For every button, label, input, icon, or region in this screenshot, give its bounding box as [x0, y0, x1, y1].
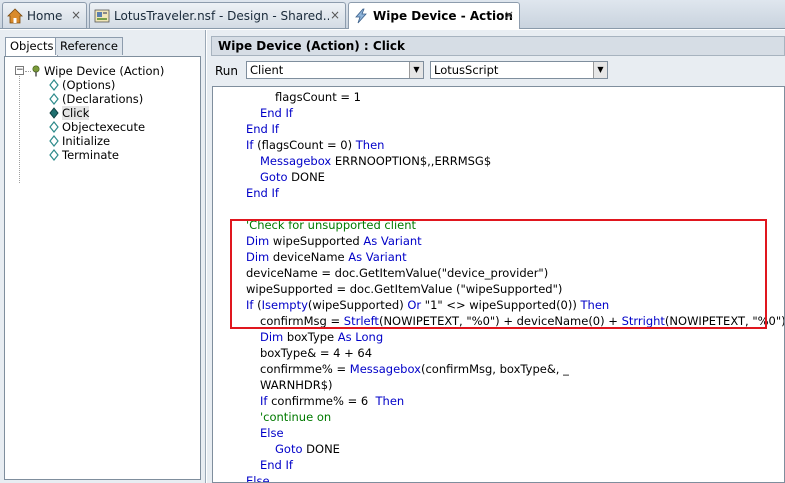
code-line: End If	[246, 122, 279, 137]
code-token: Else	[260, 426, 284, 440]
tree-root-label: Wipe Device (Action)	[44, 64, 165, 78]
tab-wipe-device[interactable]: Wipe Device - Action ×	[348, 2, 520, 29]
code-token: Then	[355, 138, 385, 152]
code-token: 'continue on	[260, 410, 332, 424]
run-target-select[interactable]: Client ▼	[246, 61, 424, 79]
code-line: If (flagsCount = 0) Then	[246, 138, 384, 153]
code-line: confirmme% = Messagebox(confirmMsg, boxT…	[260, 362, 569, 377]
code-editor[interactable]: flagsCount = 1 End If End If If (flagsCount…	[212, 86, 785, 483]
run-target-value: Client	[250, 63, 284, 77]
diamond-outline-icon	[49, 79, 59, 91]
code-line: Goto DONE	[275, 442, 340, 457]
objects-panel: Objects Reference − Wipe Device (Action)…	[0, 30, 206, 483]
code-token: boxType& = 4 + 64	[260, 346, 373, 360]
collapse-icon[interactable]: −	[15, 66, 24, 75]
close-icon[interactable]: ×	[504, 9, 514, 21]
code-line: flagsCount = 1	[275, 90, 361, 105]
home-icon	[7, 7, 23, 23]
diamond-filled-icon	[49, 107, 59, 119]
code-line: Messagebox ERRNOOPTION$,,ERRMSG$	[260, 154, 491, 169]
code-token: End If	[260, 458, 293, 472]
code-token: (confirmMsg, boxType&, _	[420, 362, 569, 376]
code-token: Goto	[260, 170, 288, 184]
tree-item-initialize[interactable]: Initialize	[49, 134, 110, 148]
tab-home-label: Home	[27, 8, 63, 23]
code-token: End If	[246, 122, 279, 136]
code-token: End If	[246, 186, 279, 200]
lightning-icon	[355, 8, 367, 24]
code-line: If confirmme% = 6 Then	[260, 394, 404, 409]
code-token: DONE	[302, 442, 340, 456]
code-token: Dim	[260, 330, 284, 344]
tree-item-declarations[interactable]: (Declarations)	[49, 92, 143, 106]
code-token: boxType	[283, 330, 338, 344]
tree-root[interactable]: Wipe Device (Action)	[31, 64, 164, 78]
code-token: Then	[375, 394, 405, 408]
code-token: confirmme% = 6	[267, 394, 376, 408]
close-icon[interactable]: ×	[330, 9, 340, 21]
code-token: Messagebox	[260, 154, 332, 168]
diamond-outline-icon	[49, 121, 59, 133]
tree-item-click[interactable]: Click	[49, 106, 90, 120]
code-token: Else	[246, 474, 270, 483]
code-token: Messagebox	[349, 362, 421, 376]
language-value: LotusScript	[434, 63, 499, 77]
pin-icon	[32, 65, 40, 77]
tab-reference[interactable]: Reference	[55, 37, 123, 55]
code-line: 'continue on	[260, 410, 331, 425]
tab-design[interactable]: LotusTraveler.nsf - Design - Shared... ×	[89, 2, 346, 28]
diamond-outline-icon	[49, 93, 59, 105]
code-line: Dim boxType As Long	[260, 330, 383, 345]
chevron-down-icon[interactable]: ▼	[409, 62, 423, 78]
code-token: WARNHDR$)	[260, 378, 333, 392]
diamond-outline-icon	[49, 149, 59, 161]
code-token: End If	[260, 106, 293, 120]
code-token: ERRNOOPTION$,,ERRMSG$	[331, 154, 492, 168]
code-token: (flagsCount = 0)	[253, 138, 356, 152]
tree-item-terminate[interactable]: Terminate	[49, 148, 119, 162]
code-token: DONE	[287, 170, 325, 184]
code-token: As Long	[337, 330, 384, 344]
diamond-outline-icon	[49, 135, 59, 147]
code-token: Goto	[275, 442, 303, 456]
script-editor-panel: Wipe Device (Action) : Click Run Client …	[207, 30, 785, 483]
code-line: End If	[260, 458, 293, 473]
code-token: flagsCount = 1	[275, 90, 361, 104]
chevron-down-icon[interactable]: ▼	[593, 62, 607, 78]
tab-home[interactable]: Home ×	[2, 2, 87, 28]
tree-item-options[interactable]: (Options)	[49, 78, 115, 92]
tab-bar: Home × LotusTraveler.nsf - Design - Shar…	[0, 0, 785, 29]
close-icon[interactable]: ×	[71, 9, 81, 21]
language-select[interactable]: LotusScript ▼	[430, 61, 608, 79]
tab-objects[interactable]: Objects	[5, 37, 59, 56]
code-line: Else	[246, 474, 270, 483]
highlight-box	[230, 219, 767, 329]
code-line: End If	[246, 186, 279, 201]
tab-wipe-device-label: Wipe Device - Action	[373, 9, 513, 23]
code-line: Goto DONE	[260, 170, 325, 185]
code-line: End If	[260, 106, 293, 121]
tab-design-label: LotusTraveler.nsf - Design - Shared...	[114, 8, 329, 23]
code-line: WARNHDR$)	[260, 378, 333, 393]
editor-title: Wipe Device (Action) : Click	[211, 36, 785, 56]
database-icon	[94, 9, 110, 22]
code-line: Else	[260, 426, 284, 441]
tree-item-objectexecute[interactable]: Objectexecute	[49, 120, 145, 134]
code-line: boxType& = 4 + 64	[260, 346, 372, 361]
run-label: Run	[215, 64, 239, 78]
code-token: confirmme% =	[260, 362, 350, 376]
object-tree: − Wipe Device (Action) (Options) (Declar…	[4, 56, 201, 480]
